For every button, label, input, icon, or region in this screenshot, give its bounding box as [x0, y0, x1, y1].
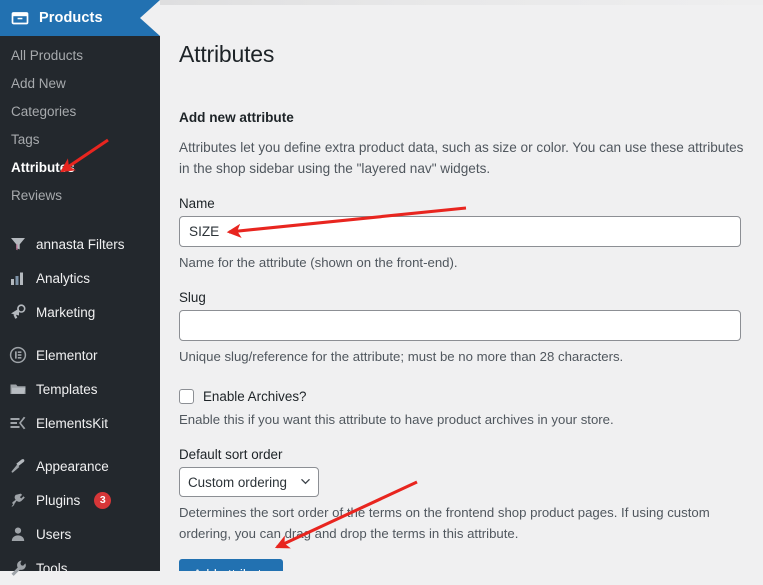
sidebar-item-appearance[interactable]: Appearance — [0, 449, 160, 483]
sidebar-item-users[interactable]: Users — [0, 517, 160, 551]
section-description: Attributes let you define extra product … — [179, 139, 744, 176]
sidebar-item-label: Templates — [36, 381, 98, 397]
elementor-circle-icon — [9, 346, 27, 364]
products-submenu: All Products Add New Categories Tags Att… — [0, 36, 160, 218]
slug-input[interactable] — [179, 310, 741, 342]
sidebar-item-label: Elementor — [36, 347, 98, 363]
plug-icon — [9, 491, 27, 509]
sidebar-item-reviews[interactable]: Reviews — [0, 182, 160, 210]
sidebar-item-all-products[interactable]: All Products — [0, 42, 160, 70]
enable-archives-checkbox[interactable] — [179, 388, 194, 404]
admin-bar-remnant — [160, 0, 763, 5]
sidebar-item-annasta-filters[interactable]: annasta Filters — [0, 227, 160, 261]
sidebar-item-attributes[interactable]: Attributes — [0, 154, 160, 182]
sidebar-item-add-new[interactable]: Add New — [0, 70, 160, 98]
elementskit-icon — [9, 414, 27, 432]
page-title: Attributes — [179, 41, 275, 67]
sort-order-select-wrapper: Custom ordering — [179, 467, 319, 498]
sidebar-item-elementskit[interactable]: ElementsKit — [0, 406, 160, 440]
sidebar-item-tags[interactable]: Tags — [0, 126, 160, 154]
sidebar-item-categories[interactable]: Categories — [0, 98, 160, 126]
megaphone-icon — [9, 303, 27, 321]
sidebar-item-label: annasta Filters — [36, 236, 125, 252]
section-title: Add new attribute — [179, 109, 294, 125]
enable-archives-hint: Enable this if you want this attribute t… — [179, 411, 614, 427]
sidebar-item-label: Users — [36, 526, 72, 542]
sidebar-item-plugins[interactable]: Plugins 3 — [0, 483, 160, 517]
slug-field-label: Slug — [179, 290, 206, 306]
chevron-left-notch-icon — [140, 0, 160, 36]
sidebar-divider-2 — [0, 329, 160, 338]
paintbrush-icon — [9, 457, 27, 475]
sidebar-item-products[interactable]: Products — [0, 0, 160, 36]
sort-order-hint: Determines the sort order of the terms o… — [179, 505, 710, 541]
sidebar-divider-1 — [0, 218, 160, 227]
plugins-update-badge: 3 — [94, 491, 112, 509]
add-attribute-button[interactable]: Add attribute — [179, 559, 283, 571]
sidebar-current-menu-label: Products — [39, 10, 103, 26]
name-field-label: Name — [179, 196, 215, 212]
enable-archives-label: Enable Archives? — [203, 388, 307, 404]
funnel-icon — [9, 235, 27, 253]
products-box-icon — [11, 9, 29, 27]
sidebar-item-label: Appearance — [36, 458, 109, 474]
sidebar-item-tools[interactable]: Tools — [0, 551, 160, 585]
slug-field-hint: Unique slug/reference for the attribute;… — [179, 349, 624, 365]
wrench-icon — [9, 559, 27, 577]
bar-chart-icon — [9, 269, 27, 287]
sort-order-label: Default sort order — [179, 447, 283, 463]
sort-order-select[interactable]: Custom ordering — [179, 467, 319, 498]
folder-icon — [9, 380, 27, 398]
sidebar-item-marketing[interactable]: Marketing — [0, 295, 160, 329]
sidebar-item-label: Plugins — [36, 492, 81, 508]
name-input[interactable] — [179, 216, 741, 248]
name-field-hint: Name for the attribute (shown on the fro… — [179, 255, 458, 271]
admin-sidebar: Products All Products Add New Categories… — [0, 0, 160, 576]
main-content: Attributes Add new attribute Attributes … — [160, 0, 763, 571]
user-icon — [9, 525, 27, 543]
sidebar-item-templates[interactable]: Templates — [0, 372, 160, 406]
enable-archives-row[interactable]: Enable Archives? — [179, 388, 763, 404]
sidebar-item-label: Analytics — [36, 270, 91, 286]
sidebar-item-label: ElementsKit — [36, 415, 109, 431]
sidebar-item-label: Tools — [36, 560, 68, 576]
sidebar-item-label: Marketing — [36, 304, 96, 320]
sidebar-divider-3 — [0, 440, 160, 449]
sidebar-item-elementor[interactable]: Elementor — [0, 338, 160, 372]
sidebar-item-analytics[interactable]: Analytics — [0, 261, 160, 295]
